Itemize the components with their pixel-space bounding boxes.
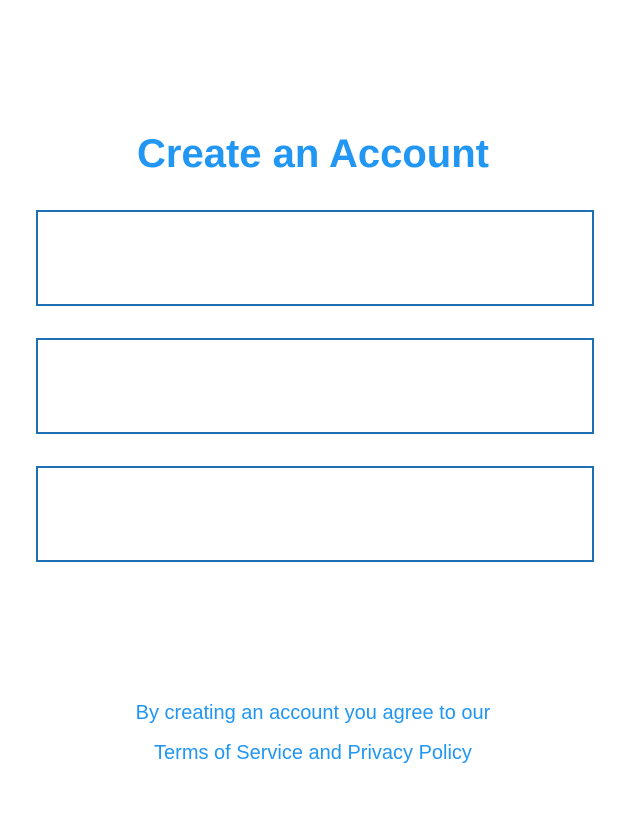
agreement-text: By creating an account you agree to our xyxy=(135,702,491,724)
signup-field-2[interactable] xyxy=(36,338,594,434)
signup-field-3[interactable] xyxy=(36,466,594,562)
page-title: Create an Account xyxy=(137,132,489,176)
terms-container: Terms of Service and Privacy Policy xyxy=(0,741,626,765)
signup-field-1[interactable] xyxy=(36,210,594,306)
terms-privacy-link[interactable]: Terms of Service and Privacy Policy xyxy=(154,742,472,764)
